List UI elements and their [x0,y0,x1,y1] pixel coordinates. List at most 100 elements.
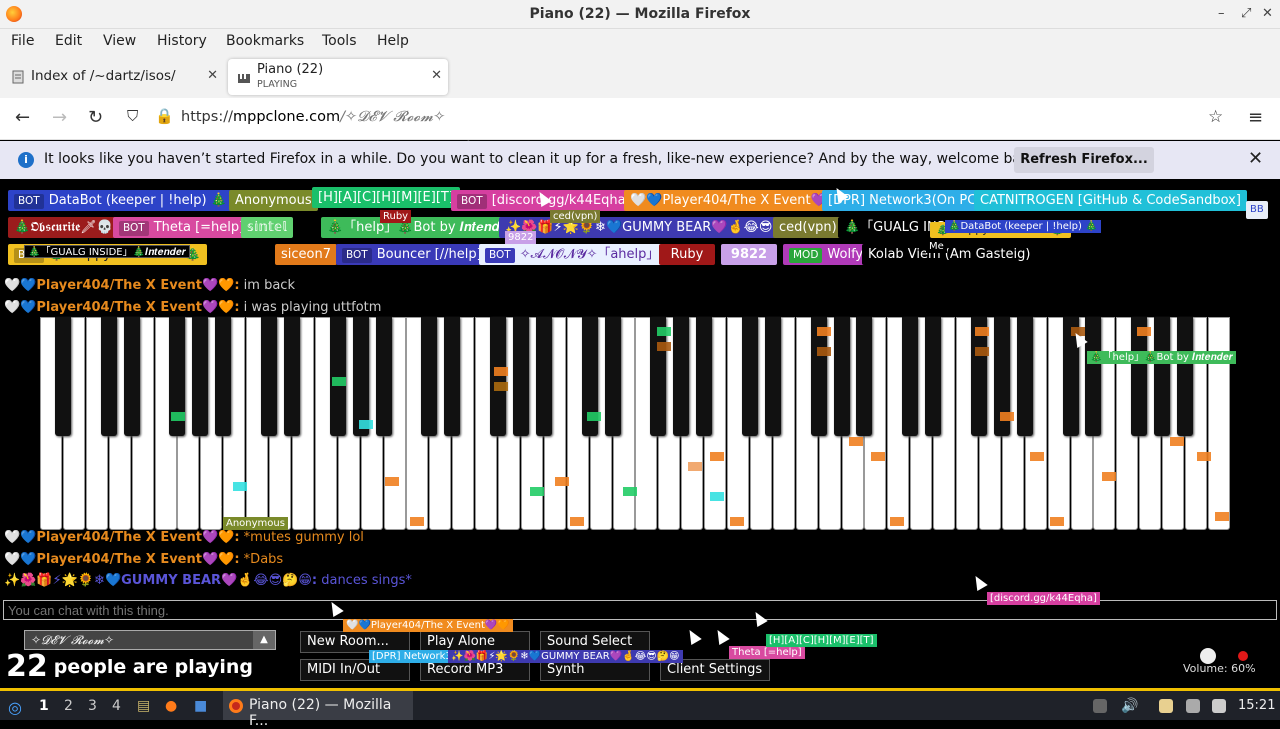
badge-icon[interactable]: BB [1246,201,1268,219]
tab-piano[interactable]: Piano (22) PLAYING ✕ [228,59,448,95]
black-key[interactable] [1154,317,1171,436]
user-tag-anonymous[interactable]: Anonymous [229,190,318,211]
user-tag-hachmet[interactable]: [H][A][C][H][M][E][T] [312,187,460,208]
back-icon[interactable]: ← [15,107,30,128]
note-highlight [871,452,885,461]
menu-edit[interactable]: Edit [55,33,82,49]
black-key[interactable] [764,317,781,436]
piano-keyboard[interactable] [40,317,1232,530]
user-tag-catnitrogen[interactable]: CATNITROGEN [GitHub & CodeSandbox] [974,190,1247,211]
battery-icon[interactable] [1212,699,1226,713]
black-key[interactable] [673,317,690,436]
workspace-2[interactable]: 2 [64,698,73,714]
user-tag-obscurite[interactable]: 🎄𝕺𝖇𝖘𝖈𝖚𝖗𝖎𝖙𝖊🗡💀 [8,217,119,238]
black-key[interactable] [833,317,850,436]
workspace-4[interactable]: 4 [112,698,121,714]
black-key[interactable] [925,317,942,436]
workspace-1[interactable]: 1 [39,698,49,714]
files-icon[interactable]: ▤ [137,698,150,714]
user-tag-ced-vpn[interactable]: ced(vpn) [773,217,843,238]
chevron-up-icon[interactable]: ▲ [253,631,275,649]
black-key[interactable] [421,317,438,436]
url-bar[interactable]: https://mppclone.com/✧𝓓𝓔𝓥 𝓡𝓸𝓸𝓶✧ [181,109,445,125]
eject-icon[interactable] [1093,699,1107,713]
cursor-icon [684,626,702,646]
tab-close-icon[interactable]: ✕ [207,68,218,83]
lock-icon[interactable]: 🔒 [155,107,174,125]
menu-view[interactable]: View [103,33,136,49]
hamburger-menu-icon[interactable]: ≡ [1248,107,1263,128]
user-tag-theta[interactable]: BOT Theta [=help] [113,217,251,238]
close-icon[interactable]: ✕ [1262,6,1273,21]
black-key[interactable] [535,317,552,436]
black-key[interactable] [261,317,277,436]
black-key[interactable] [512,317,529,436]
bookmark-star-icon[interactable]: ☆ [1208,107,1223,127]
white-key[interactable] [1207,317,1230,530]
menu-history[interactable]: History [157,33,207,49]
app-menu-icon[interactable]: ◎ [8,698,22,717]
black-key[interactable] [604,317,621,436]
black-key[interactable] [696,317,713,436]
menu-help[interactable]: Help [377,33,409,49]
tab-close-icon[interactable]: ✕ [431,68,442,83]
firefox-icon[interactable]: ● [165,698,177,714]
forward-icon[interactable]: → [52,107,67,128]
reload-icon[interactable]: ↻ [88,107,103,128]
black-key[interactable] [856,317,873,436]
black-key[interactable] [215,317,232,436]
chat-message: 🤍💙Player404/The X Event💜🧡: *Dabs [4,552,284,567]
black-key[interactable] [741,317,758,436]
speaker-icon[interactable] [237,70,251,84]
volume-icon[interactable]: 🔊 [1121,698,1138,714]
black-key[interactable] [490,317,506,436]
note-highlight [817,347,831,356]
user-tag-9822[interactable]: 9822 [721,244,777,265]
room-select[interactable]: ✧𝓓𝓔𝓥 𝓡𝓸𝓸𝓶✧ ▲ [24,630,276,650]
black-key[interactable] [54,317,71,436]
maximize-icon[interactable]: ⤢ [1241,6,1251,21]
workspace-3[interactable]: 3 [88,698,97,714]
cursor-icon [712,626,730,646]
black-key[interactable] [375,317,392,436]
black-key[interactable] [1085,317,1102,436]
black-key[interactable] [1016,317,1033,436]
taskbar-window-firefox[interactable]: Piano (22) — Mozilla F... [223,691,413,729]
user-tag-ruby[interactable]: Ruby [659,244,715,265]
minimize-icon[interactable]: – [1218,6,1225,21]
clipboard-icon[interactable] [1159,699,1173,713]
terminal-icon[interactable]: ■ [194,698,207,714]
user-tag-kolab[interactable]: Kolab Viem (Am Gasteig) [862,244,1037,265]
note-highlight [1030,452,1044,461]
menu-tools[interactable]: Tools [322,33,357,49]
user-tag-bouncer[interactable]: BOT Bouncer [//help] [336,244,488,265]
note-highlight [1050,517,1064,526]
menu-bookmarks[interactable]: Bookmarks [226,33,304,49]
black-key[interactable] [100,317,117,436]
window-title: Piano (22) — Mozilla Firefox [529,6,751,22]
note-highlight [688,462,702,471]
notification-close-icon[interactable]: ✕ [1248,148,1263,169]
user-tag-player404[interactable]: 🤍💙Player404/The X Event💜🧡 [624,190,849,211]
page-icon [12,70,24,84]
user-tag-help-bot[interactable]: 🎄「help」🎄Bot by 𝑰𝒏𝒕𝒆𝒏𝒅𝒆𝒓 [321,217,519,238]
user-tag-gummy-bear[interactable]: ✨🌺🎁⚡🌟🌻❄💙GUMMY BEAR💜🤞😂😎🤔😁 [499,217,809,238]
shield-icon[interactable]: ⛉ [127,107,138,125]
black-key[interactable] [283,317,300,436]
user-tag-anony[interactable]: BOT ✧𝓐𝓝𝓞𝓝𝓨✧「ahelp」 [479,244,666,265]
user-tag-siceon7[interactable]: siceon7 [275,244,337,265]
black-key[interactable] [902,317,919,436]
tab-index-isos[interactable]: Index of /~dartz/isos/ ✕ [2,59,224,95]
black-key[interactable] [192,317,209,436]
black-key[interactable] [123,317,140,436]
refresh-firefox-button[interactable]: Refresh Firefox... [1014,147,1154,173]
user-tag-sintel[interactable]: 𝕤𝕚𝕟𝕥𝕖𝕝 [241,217,293,238]
black-key[interactable] [1177,317,1193,436]
network-icon[interactable] [1186,699,1200,713]
user-tag-databot[interactable]: BOT DataBot (keeper | !help) 🎄 [8,190,233,211]
menu-bar: File Edit View History Bookmarks Tools H… [0,29,1280,56]
user-tag-wolfy[interactable]: MOD Wolfy [783,244,870,265]
menu-file[interactable]: File [11,33,34,49]
black-key[interactable] [444,317,461,436]
black-key[interactable] [352,317,369,436]
